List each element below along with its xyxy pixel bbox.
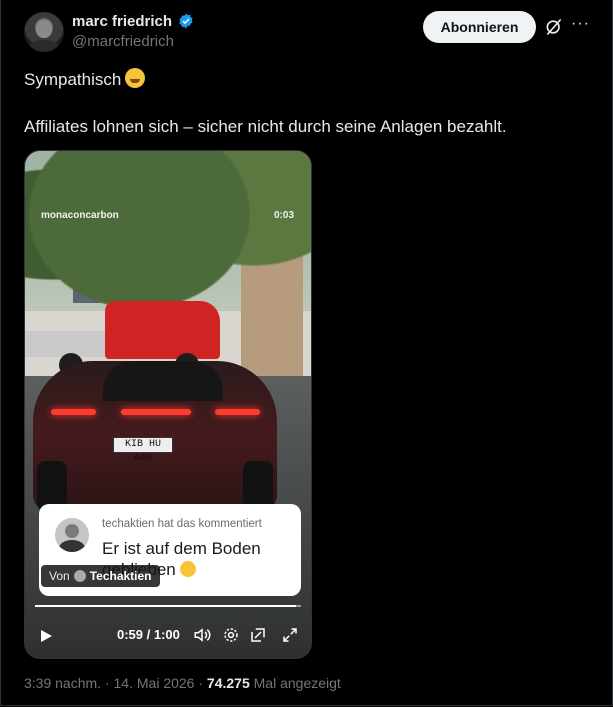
- picture-in-picture-icon[interactable]: [249, 626, 267, 644]
- fullscreen-icon[interactable]: [281, 626, 299, 644]
- car-plate: KIB HU 640: [113, 437, 173, 464]
- post-text-line-2: Affiliates lohnen sich – sicher nicht du…: [24, 117, 507, 136]
- laughing-emoji-icon: [180, 561, 197, 577]
- video-source-label[interactable]: Von Techaktien: [41, 565, 160, 587]
- view-count: 74.275: [206, 675, 250, 691]
- author-name[interactable]: marc friedrich: [72, 13, 172, 30]
- settings-gear-icon[interactable]: [222, 626, 240, 644]
- meta-separator: ·: [198, 675, 204, 691]
- video-progress-fill: [35, 605, 297, 607]
- avatar[interactable]: [24, 12, 64, 52]
- author-handle[interactable]: @marcfriedrich: [72, 33, 174, 50]
- video-watermark: monaconcarbon: [41, 210, 119, 221]
- video-time: 0:59 / 1:00: [117, 627, 180, 642]
- grok-icon[interactable]: [544, 17, 564, 37]
- source-prefix: Von: [49, 569, 70, 583]
- meta-separator: ·: [104, 675, 110, 691]
- video-overlay-timer: 0:03: [274, 210, 295, 221]
- volume-icon[interactable]: [193, 626, 211, 644]
- views-label: Mal angezeigt: [253, 675, 341, 691]
- video-progress-bar[interactable]: [35, 605, 301, 607]
- post-text-line-1: Sympathisch: [24, 68, 146, 90]
- source-name: Techaktien: [89, 569, 152, 583]
- follow-button[interactable]: Abonnieren: [423, 11, 536, 43]
- post-text-1: Sympathisch: [24, 70, 122, 89]
- post-time[interactable]: 3:39 nachm.: [24, 675, 101, 691]
- post-date[interactable]: 14. Mai 2026: [114, 675, 195, 691]
- verified-badge-icon: [179, 13, 193, 29]
- video-car: KIB HU 640: [33, 361, 277, 511]
- play-icon[interactable]: [39, 629, 53, 643]
- comment-avatar: [55, 518, 89, 552]
- face-with-hand-over-mouth-emoji-icon: [125, 68, 146, 88]
- more-options-icon[interactable]: ···: [571, 15, 590, 33]
- video-player[interactable]: KIB HU 640 monaconcarbon 0:03 techaktien…: [24, 150, 312, 659]
- source-avatar-icon: [73, 570, 86, 582]
- post-metadata: 3:39 nachm. · 14. Mai 2026 · 74.275 Mal …: [24, 675, 341, 691]
- video-controls: 0:59 / 1:00: [25, 617, 311, 653]
- comment-header: techaktien hat das kommentiert: [102, 518, 262, 530]
